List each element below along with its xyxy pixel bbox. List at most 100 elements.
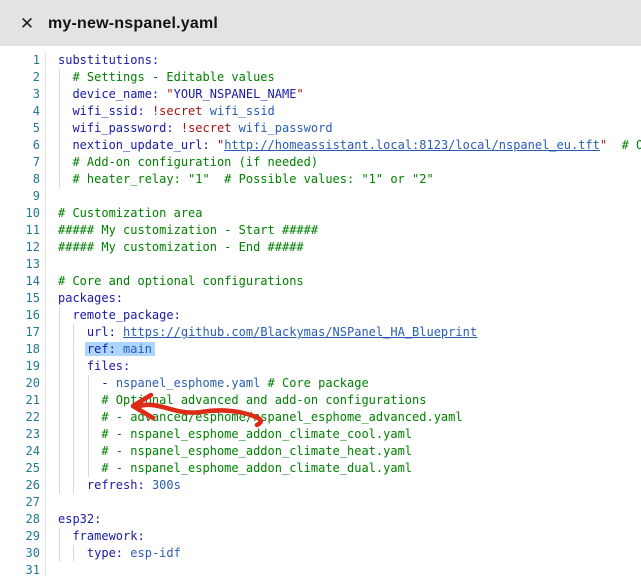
code-token xyxy=(58,410,101,424)
code-line-content xyxy=(46,256,641,273)
code-token: !secret xyxy=(152,104,203,118)
code-token: wifi_ssid xyxy=(210,104,275,118)
code-editor[interactable]: 1substitutions:2 # Settings - Editable v… xyxy=(0,46,641,576)
line-number: 15 xyxy=(0,290,46,307)
line-number: 24 xyxy=(0,443,46,460)
code-line: 20 - nspanel_esphome.yaml # Core package xyxy=(0,375,641,392)
code-token: wifi_password xyxy=(239,121,333,135)
code-line: 16 remote_package: xyxy=(0,307,641,324)
code-line: 1substitutions: xyxy=(0,52,641,69)
code-token: 300s xyxy=(152,478,181,492)
code-token xyxy=(145,104,152,118)
code-token: " xyxy=(166,87,173,101)
line-number: 26 xyxy=(0,477,46,494)
code-line-content: nextion_update_url: "http://homeassistan… xyxy=(46,137,641,154)
code-token: # - advanced/esphome/nspanel_esphome_adv… xyxy=(101,410,462,424)
code-token xyxy=(58,138,72,152)
code-line: 5 wifi_password: !secret wifi_password xyxy=(0,120,641,137)
code-token: ##### My customization - Start ##### xyxy=(58,223,318,237)
indent-guide-line xyxy=(73,358,74,375)
code-token xyxy=(58,461,101,475)
line-number: 13 xyxy=(0,256,46,273)
code-token xyxy=(174,121,181,135)
line-number: 10 xyxy=(0,205,46,222)
line-number: 5 xyxy=(0,120,46,137)
url-link[interactable]: http://homeassistant.local:8123/local/ns… xyxy=(224,138,600,152)
code-token xyxy=(58,393,101,407)
indent-guide-line xyxy=(59,324,60,341)
indent-guide-line xyxy=(59,460,60,477)
code-token xyxy=(58,104,72,118)
code-token: refresh: xyxy=(87,478,145,492)
code-line: 23 # - nspanel_esphome_addon_climate_coo… xyxy=(0,426,641,443)
code-line-content: framework: xyxy=(46,528,641,545)
code-token: wifi_password: xyxy=(72,121,173,135)
code-token xyxy=(116,342,123,356)
code-token: # - nspanel_esphome_addon_climate_heat.y… xyxy=(101,444,412,458)
url-link[interactable]: https://github.com/Blackymas/NSPanel_HA_… xyxy=(123,325,477,339)
code-line: 19 files: xyxy=(0,358,641,375)
code-token: files: xyxy=(87,359,130,373)
close-icon[interactable]: ✕ xyxy=(14,11,40,37)
indent-guide-line xyxy=(59,443,60,460)
code-token: esp-idf xyxy=(130,546,181,560)
code-line-content: packages: xyxy=(46,290,641,307)
indent-guide-line xyxy=(59,426,60,443)
line-number: 22 xyxy=(0,409,46,426)
indent-guide-line xyxy=(73,409,74,426)
indent-guide-line xyxy=(88,392,89,409)
editor-window: ✕ my-new-nspanel.yaml 1substitutions:2 #… xyxy=(0,0,641,576)
code-line-content: device_name: "YOUR_NSPANEL_NAME" xyxy=(46,86,641,103)
line-number: 17 xyxy=(0,324,46,341)
code-line-content: refresh: 300s xyxy=(46,477,641,494)
code-token xyxy=(58,172,72,186)
code-line: 30 type: esp-idf xyxy=(0,545,641,562)
code-line: 11##### My customization - Start ##### xyxy=(0,222,641,239)
code-line-content: files: xyxy=(46,358,641,375)
line-number: 16 xyxy=(0,307,46,324)
code-line: 3 device_name: "YOUR_NSPANEL_NAME" xyxy=(0,86,641,103)
code-token xyxy=(145,478,152,492)
code-token xyxy=(116,325,123,339)
indent-guide-line xyxy=(88,375,89,392)
indent-guide-line xyxy=(59,528,60,545)
indent-guide-line xyxy=(73,341,74,358)
file-title: my-new-nspanel.yaml xyxy=(48,15,218,33)
code-token: YOUR_NSPANEL_NAME xyxy=(174,87,297,101)
code-token: # Core and optional configurations xyxy=(58,274,304,288)
line-number: 6 xyxy=(0,137,46,154)
code-token: " xyxy=(296,87,303,101)
indent-guide-line xyxy=(73,460,74,477)
indent-guide-line xyxy=(73,477,74,494)
indent-guide-line xyxy=(59,86,60,103)
code-line-content: ref: main xyxy=(46,341,641,358)
code-token xyxy=(58,376,101,390)
code-line-content: type: esp-idf xyxy=(46,545,641,562)
code-token: url: xyxy=(87,325,116,339)
code-line: 7 # Add-on configuration (if needed) xyxy=(0,154,641,171)
indent-guide-line xyxy=(59,307,60,324)
code-line: 6 nextion_update_url: "http://homeassist… xyxy=(0,137,641,154)
code-token: - xyxy=(101,376,115,390)
code-line-content: # Optional advanced and add-on configura… xyxy=(46,392,641,409)
code-line-content xyxy=(46,188,641,205)
code-token: # Settings - Editable values xyxy=(72,70,274,84)
code-line: 4 wifi_ssid: !secret wifi_ssid xyxy=(0,103,641,120)
code-line: 14# Core and optional configurations xyxy=(0,273,641,290)
line-number: 9 xyxy=(0,188,46,205)
indent-guide-line xyxy=(59,341,60,358)
code-token xyxy=(58,427,101,441)
indent-guide-line xyxy=(59,120,60,137)
code-line-content xyxy=(46,494,641,511)
code-token xyxy=(607,138,621,152)
code-token: main xyxy=(123,342,155,356)
indent-guide-line xyxy=(59,137,60,154)
indent-guide-line xyxy=(73,426,74,443)
code-token xyxy=(58,308,72,322)
line-number: 25 xyxy=(0,460,46,477)
code-line: 2 # Settings - Editable values xyxy=(0,69,641,86)
line-number: 4 xyxy=(0,103,46,120)
code-token: # - nspanel_esphome_addon_climate_cool.y… xyxy=(101,427,412,441)
line-number: 27 xyxy=(0,494,46,511)
line-number: 2 xyxy=(0,69,46,86)
